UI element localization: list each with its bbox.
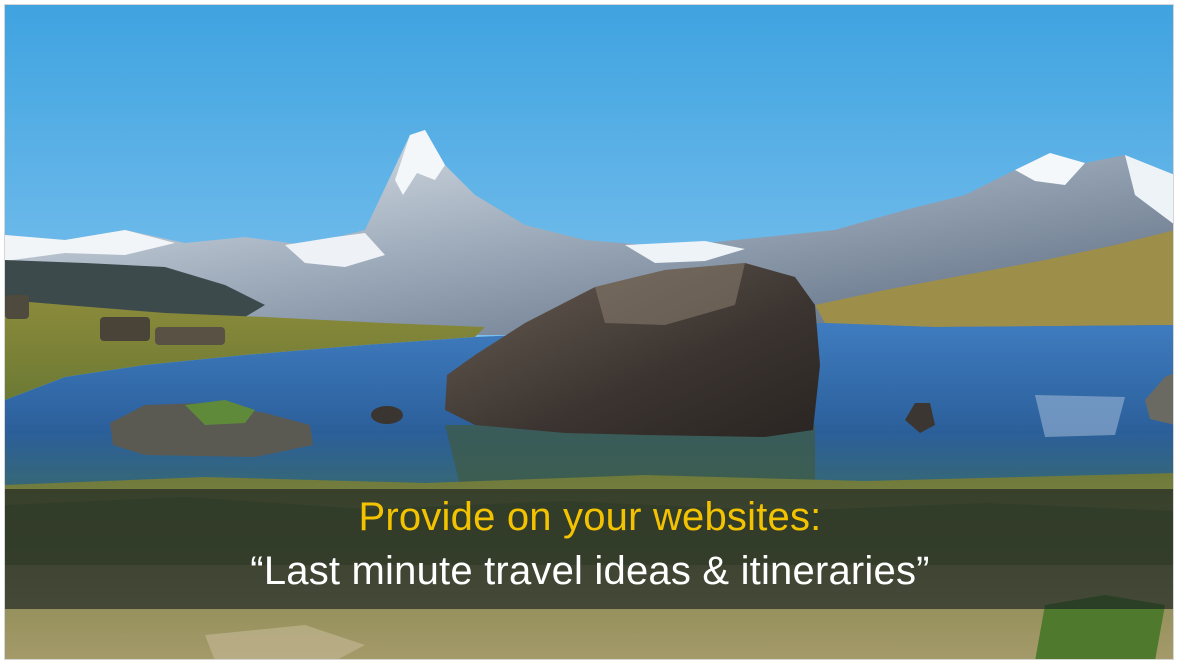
caption-headline: Provide on your websites: <box>358 495 822 539</box>
caption-quote: “Last minute travel ideas & itineraries” <box>250 549 930 593</box>
photo-slide: Provide on your websites: “Last minute t… <box>4 4 1174 660</box>
